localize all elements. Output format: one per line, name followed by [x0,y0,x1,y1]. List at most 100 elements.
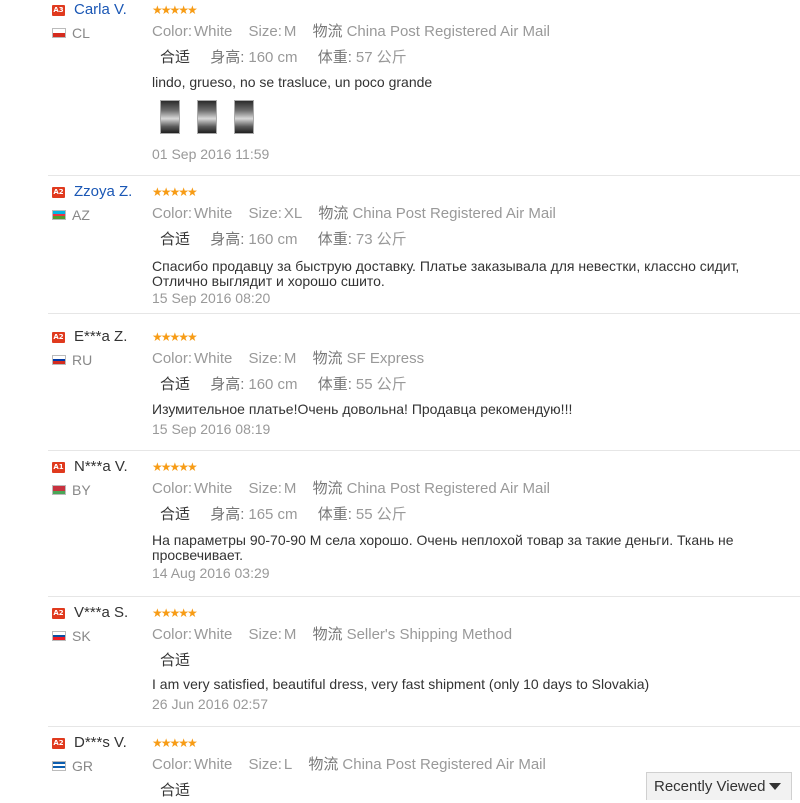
country-flag-icon [52,761,66,771]
size-key: Size: [248,480,282,497]
height-value: 165 cm [248,506,298,523]
color-key: Color: [152,350,193,367]
height-value: 160 cm [248,376,298,393]
size-key: Size: [248,350,282,367]
weight-unit: 公斤 [376,506,407,523]
size-key: Size: [248,23,282,40]
divider [48,596,800,597]
review-photo-thumbnail[interactable] [197,100,217,134]
color-key: Color: [152,205,193,222]
logistics-key: 物流 [312,23,343,40]
fit-info: 合适 [160,779,190,800]
reviewer-name: D***s V. [74,734,127,751]
divider [48,726,800,727]
buyer-level-badge: A2 [52,187,65,198]
weight-key: 体重: [317,376,352,393]
caret-down-icon [769,783,781,790]
fit-value: 合适 [160,782,191,799]
fit-value: 合适 [160,506,191,523]
rating-stars: ★★★★★ [152,736,198,750]
reviewer-country: GR [72,758,93,774]
rating-stars: ★★★★★ [152,460,198,474]
divider [48,313,800,314]
reviewer-country: CL [72,25,90,41]
country-flag-icon [52,28,66,38]
logistics-key: 物流 [318,205,349,222]
size-key: Size: [248,756,282,773]
review-photo-thumbnail[interactable] [234,100,254,134]
review-item: A2 E***a Z. RU ★★★★★ Color: White Size: M … [0,327,800,451]
buyer-level-badge: A3 [52,5,65,16]
country-flag-icon [52,210,66,220]
divider [48,450,800,451]
review-text: lindo, grueso, no se trasluce, un poco g… [152,74,433,90]
color-value: White [194,23,233,40]
weight-key: 体重: [317,506,352,523]
color-value: White [194,626,233,643]
size-key: Size: [248,205,282,222]
size-value: M [283,23,297,40]
order-attributes: Color: White Size: L 物流 China Post Register… [152,753,546,774]
review-item: A3 Carla V. CL ★★★★★ Color: White Size: M … [0,0,800,176]
weight-value: 57 [355,49,373,66]
fit-info: 合适 [160,649,190,670]
fit-info: 合适 身高: 160 cm 体重: 55 公斤 [160,373,407,394]
color-value: White [194,480,233,497]
height-key: 身高: [210,49,245,66]
color-value: White [194,205,233,222]
reviewer-country: SK [72,628,91,644]
rating-stars: ★★★★★ [152,185,198,199]
buyer-level-badge: A2 [52,608,65,619]
recently-viewed-button[interactable]: Recently Viewed [646,772,792,800]
reviewer-name[interactable]: Carla V. [74,1,127,18]
fit-info: 合适 身高: 160 cm 体重: 73 公斤 [160,228,407,249]
review-photo-thumbnail[interactable] [160,100,180,134]
logistics-value: China Post Registered Air Mail [346,480,551,497]
weight-value: 73 [355,231,373,248]
review-text: Изумительное платье!Очень довольна! Прод… [152,401,573,417]
logistics-key: 物流 [312,626,343,643]
country-flag-icon [52,485,66,495]
fit-value: 合适 [160,652,191,669]
fit-info: 合适 身高: 160 cm 体重: 57 公斤 [160,46,407,67]
review-text: На параметры 90-70-90 М села хорошо. Оче… [152,532,734,563]
country-flag-icon [52,631,66,641]
color-key: Color: [152,756,193,773]
logistics-value: China Post Registered Air Mail [352,205,556,222]
weight-value: 55 [355,376,373,393]
logistics-value: Seller's Shipping Method [346,626,513,643]
height-value: 160 cm [248,49,298,66]
order-attributes: Color: White Size: M 物流 China Post Register… [152,20,550,41]
weight-unit: 公斤 [376,49,407,66]
fit-value: 合适 [160,231,191,248]
reviewer-name: V***a S. [74,604,129,621]
review-date: 14 Aug 2016 03:29 [152,565,270,581]
weight-key: 体重: [317,231,352,248]
reviewer-name: E***a Z. [74,328,128,345]
height-value: 160 cm [248,231,298,248]
review-date: 26 Jun 2016 02:57 [152,696,268,712]
size-key: Size: [248,626,282,643]
color-value: White [194,350,233,367]
country-flag-icon [52,355,66,365]
logistics-key: 物流 [312,480,343,497]
reviewer-name: N***a V. [74,458,128,475]
fit-info: 合适 身高: 165 cm 体重: 55 公斤 [160,503,407,524]
review-item: A2 V***a S. SK ★★★★★ Color: White Size: M … [0,603,800,727]
size-value: M [283,626,297,643]
review-date: 15 Sep 2016 08:19 [152,421,271,437]
review-date: 15 Sep 2016 08:20 [152,290,271,306]
size-value: XL [283,205,303,222]
rating-stars: ★★★★★ [152,3,198,17]
height-key: 身高: [210,231,245,248]
height-key: 身高: [210,376,245,393]
color-key: Color: [152,626,193,643]
reviewer-name[interactable]: Zzoya Z. [74,183,132,200]
logistics-value: SF Express [346,350,425,367]
weight-unit: 公斤 [376,376,407,393]
rating-stars: ★★★★★ [152,330,198,344]
size-value: L [283,756,293,773]
order-attributes: Color: White Size: XL 物流 China Post Registe… [152,202,556,223]
reviewer-country: AZ [72,207,90,223]
review-item: A2 Zzoya Z. AZ ★★★★★ Color: White Size: XL… [0,182,800,314]
